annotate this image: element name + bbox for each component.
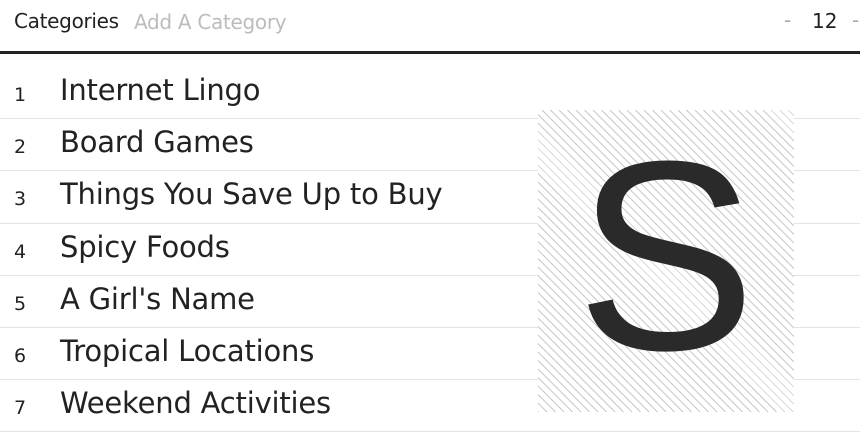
item-number: 2 [14,136,27,159]
page-title: Categories [14,9,119,33]
item-number: 5 [14,292,27,315]
item-label: Board Games [60,125,254,160]
current-letter: S [575,106,757,407]
letter-card: S [538,106,794,412]
categories-app: Categories - 12 - 1 Internet Lingo 2 Boa… [0,0,860,433]
item-number: 4 [14,240,27,263]
item-label: Tropical Locations [60,333,315,368]
decrement-button[interactable]: - [784,8,791,32]
item-number: 7 [14,397,27,420]
item-label: Things You Save Up to Buy [60,177,443,212]
increment-button[interactable]: - [852,8,859,32]
category-count: 12 [812,9,838,33]
item-label: Internet Lingo [60,73,261,107]
item-number: 6 [14,344,27,367]
item-number: 1 [14,84,27,106]
item-label: A Girl's Name [60,281,255,316]
header-bar: Categories - 12 - [0,0,860,54]
item-number: 3 [14,188,27,211]
item-label: Weekend Activities [60,386,331,421]
item-label: Spicy Foods [60,229,230,264]
add-category-input[interactable] [134,9,394,35]
